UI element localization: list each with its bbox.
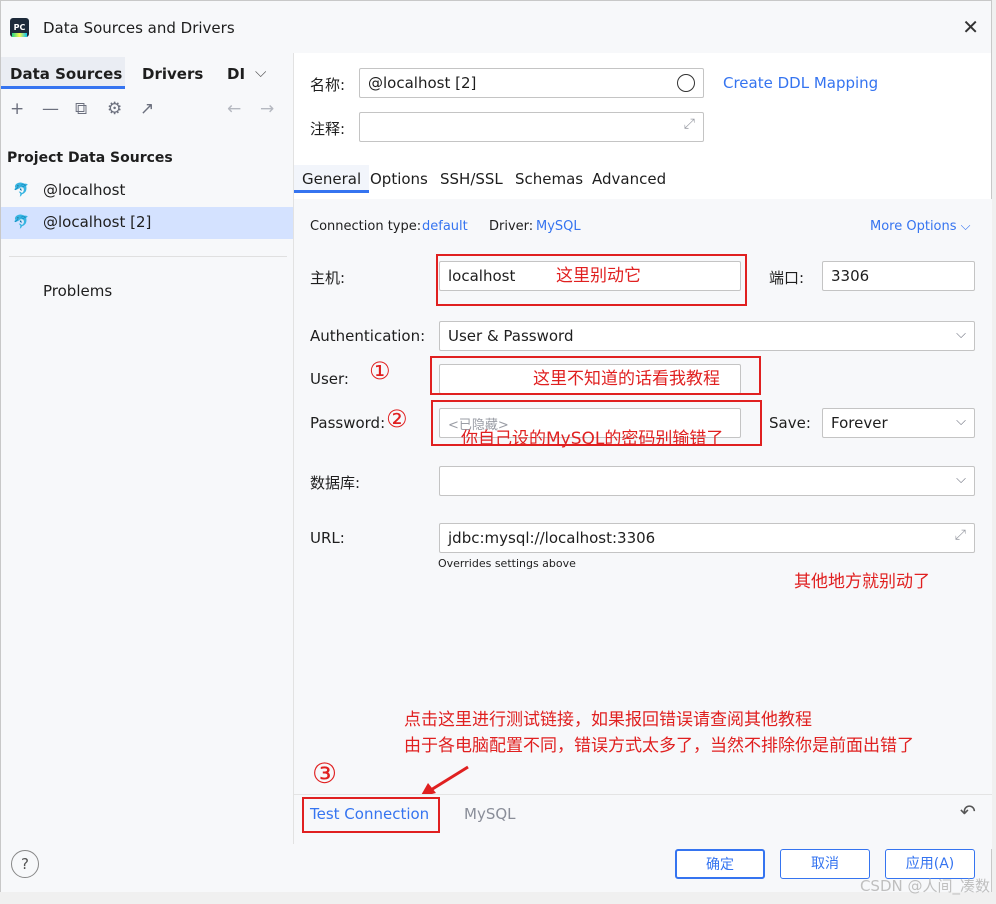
footer: ? 确定 取消 应用(A) [1,844,991,892]
chevron-down-icon: ⌵ [956,414,966,429]
overrides-note: Overrides settings above [438,557,576,570]
close-icon[interactable]: ✕ [962,15,979,39]
authentication-select[interactable]: User & Password ⌵ [439,321,975,351]
general-section: Connection type: default Driver: MySQL M… [294,199,992,849]
annotation-test-line2: 由于各电脑配置不同，错误方式太多了，当然不排除你是前面出错了 [404,736,914,756]
comment-label: 注释: [310,120,346,138]
window-title: Data Sources and Drivers [43,19,235,37]
port-input[interactable]: 3306 [822,261,975,291]
tab-drivers[interactable]: Drivers [142,65,203,83]
driver-status-label: MySQL [464,805,516,823]
copy-icon[interactable]: ⧉ [75,99,87,119]
save-label: Save: [769,414,811,432]
revert-icon[interactable]: ↶ [960,801,976,823]
user-label: User: [310,370,349,388]
annotation-other: 其他地方就别动了 [794,572,930,592]
left-panel: Data Sources Drivers DI ⌵ + — ⧉ ⚙ ↗ ← → … [1,53,294,844]
title-bar: PC Data Sources and Drivers ✕ [1,1,991,53]
left-toolbar: + — ⧉ ⚙ ↗ ← → [1,99,293,123]
port-value: 3306 [831,267,870,285]
chevron-down-icon: ⌵ [956,472,966,487]
open-external-icon[interactable]: ↗ [140,99,154,119]
connection-type-label: Connection type: [310,219,422,234]
annotation-password: 你自己设的MySQL的密码别输错了 [461,429,724,449]
save-select[interactable]: Forever ⌵ [822,408,975,438]
remove-icon[interactable]: — [42,99,59,119]
data-source-item[interactable]: 🐬 @localhost [1,175,293,207]
name-label: 名称: [310,76,346,94]
gear-icon[interactable]: ⚙ [107,99,122,119]
annotation-host: 这里别动它 [556,266,641,286]
driver-link[interactable]: MySQL [536,219,581,234]
comment-input[interactable]: ⤢ [359,112,704,142]
url-value: jdbc:mysql://localhost:3306 [448,529,656,547]
more-options-label: More Options [870,219,957,234]
mysql-dolphin-icon: 🐬 [13,215,30,230]
url-label: URL: [310,529,345,547]
bottom-bar: Test Connection MySQL ↶ [294,794,992,839]
test-connection-link[interactable]: Test Connection [310,805,429,823]
database-label: 数据库: [310,474,361,492]
connection-type-link[interactable]: default [422,219,468,234]
watermark: CSDN @人间_凑数 [859,877,990,895]
tab-data-sources[interactable]: Data Sources [1,57,125,89]
tab-schemas[interactable]: Schemas [515,170,583,188]
save-value: Forever [831,414,888,432]
divider [9,256,287,257]
authentication-label: Authentication: [310,327,426,345]
data-source-label: @localhost [43,181,126,199]
expand-icon[interactable]: ⤢ [955,527,966,543]
data-source-label: @localhost [2] [43,213,152,231]
name-input[interactable]: @localhost [2] [359,68,704,98]
ok-button[interactable]: 确定 [675,849,765,879]
add-icon[interactable]: + [10,99,24,119]
chevron-down-icon: ⌵ [956,327,966,342]
annotation-test-line1: 点击这里进行测试链接，如果报回错误请查阅其他教程 [404,710,812,730]
right-panel: 名称: @localhost [2] Create DDL Mapping 注释… [294,53,992,849]
data-source-item-selected[interactable]: 🐬 @localhost [2] [1,207,293,239]
mysql-dolphin-icon: 🐬 [13,183,30,198]
back-arrow-icon[interactable]: ← [227,99,241,119]
password-label: Password: [310,414,386,432]
left-tabs: Data Sources Drivers DI ⌵ [1,57,293,89]
driver-label: Driver: [489,219,534,234]
annotation-user: 这里不知道的话看我教程 [533,369,720,389]
url-input[interactable]: jdbc:mysql://localhost:3306 ⤢ [439,523,975,553]
database-input[interactable]: ⌵ [439,466,975,496]
tab-ssh-ssl[interactable]: SSH/SSL [440,170,503,188]
help-icon[interactable]: ? [11,850,39,878]
host-label: 主机: [310,269,346,287]
annotation-circled-two: ② [386,405,408,433]
tab-advanced[interactable]: Advanced [592,170,666,188]
annotation-circled-one: ① [369,357,391,385]
create-ddl-mapping-link[interactable]: Create DDL Mapping [723,74,878,92]
more-options-link[interactable]: More Options ⌵ [870,219,971,234]
chevron-down-icon[interactable]: ⌵ [255,63,266,81]
forward-arrow-icon[interactable]: → [260,99,274,119]
dialog-window: PC Data Sources and Drivers ✕ Data Sourc… [0,0,992,892]
settings-tabs: General Options SSH/SSL Schemas Advanced [294,165,992,200]
name-value: @localhost [2] [368,74,477,92]
annotation-circled-three: ③ [312,757,338,790]
authentication-value: User & Password [448,327,574,345]
pycharm-app-icon: PC [10,18,29,37]
tab-ddl[interactable]: DI [227,65,245,83]
problems-item[interactable]: Problems [43,282,112,300]
color-circle-icon[interactable] [677,74,695,92]
port-label: 端口: [769,269,805,287]
tab-options[interactable]: Options [370,170,428,188]
tab-general[interactable]: General [294,165,370,193]
project-data-sources-title: Project Data Sources [7,150,173,166]
expand-icon[interactable]: ⤢ [684,116,695,132]
cancel-button[interactable]: 取消 [780,849,870,879]
